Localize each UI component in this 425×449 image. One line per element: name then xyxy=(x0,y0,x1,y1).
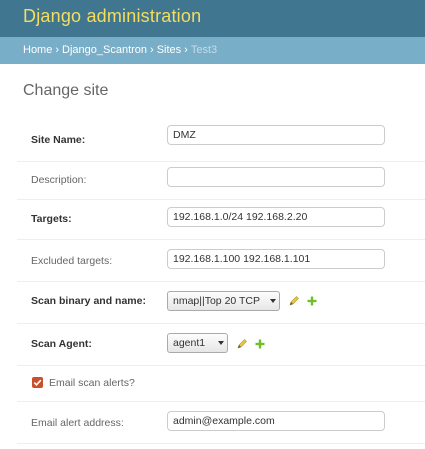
caret-down-icon xyxy=(218,341,224,345)
scan-binary-selected: nmap||Top 20 TCP xyxy=(173,295,260,307)
email-scan-alerts-checkbox[interactable] xyxy=(32,377,43,388)
plus-icon[interactable] xyxy=(255,339,265,349)
breadcrumb-separator: › xyxy=(55,44,60,56)
form-row-site-name: Site Name: DMZ xyxy=(17,119,425,162)
scan-agent-selected: agent1 xyxy=(173,337,206,349)
form-row-email-scan-alerts: Email scan alerts? xyxy=(17,365,425,402)
excluded-targets-input[interactable]: 192.168.1.100 192.168.1.101 xyxy=(167,249,385,269)
form-row-scan-binary: Scan binary and name: nmap||Top 20 TCP xyxy=(17,281,425,324)
form-row-excluded-targets: Excluded targets: 192.168.1.100 192.168.… xyxy=(17,239,425,282)
excluded-targets-label: Excluded targets: xyxy=(31,255,113,267)
breadcrumb-separator: › xyxy=(184,44,188,56)
checkmark-icon xyxy=(33,379,42,386)
targets-label: Targets: xyxy=(31,213,72,225)
pencil-icon[interactable] xyxy=(236,338,248,350)
breadcrumb-home[interactable]: Home xyxy=(23,44,52,56)
email-scan-alerts-label[interactable]: Email scan alerts? xyxy=(49,377,135,389)
site-name-label: Site Name: xyxy=(31,134,86,146)
breadcrumb-model[interactable]: Sites xyxy=(157,44,181,56)
form-row-targets: Targets: 192.168.1.0/24 192.168.2.20 xyxy=(17,199,425,240)
breadcrumb: Home › Django_Scantron › Sites › Test3 xyxy=(0,37,425,64)
scan-agent-select[interactable]: agent1 xyxy=(167,333,228,353)
site-name-input[interactable]: DMZ xyxy=(167,125,385,145)
targets-input[interactable]: 192.168.1.0/24 192.168.2.20 xyxy=(167,207,385,227)
site-branding[interactable]: Django administration xyxy=(23,6,201,27)
form-row-description: Description: xyxy=(17,161,425,200)
scan-agent-label: Scan Agent: xyxy=(31,338,92,350)
header: Django administration xyxy=(0,0,425,37)
description-input[interactable] xyxy=(167,167,385,187)
caret-down-icon xyxy=(270,299,276,303)
scan-binary-select[interactable]: nmap||Top 20 TCP xyxy=(167,291,280,311)
breadcrumb-app[interactable]: Django_Scantron xyxy=(62,44,147,56)
form-row-email-alert-address: Email alert address: admin@example.com xyxy=(17,401,425,444)
description-label: Description: xyxy=(31,174,87,186)
breadcrumb-separator: › xyxy=(150,44,154,56)
email-alert-address-input[interactable]: admin@example.com xyxy=(167,411,385,431)
plus-icon[interactable] xyxy=(307,296,317,306)
breadcrumb-current: Test3 xyxy=(190,44,218,56)
pencil-icon[interactable] xyxy=(288,295,300,307)
form-row-scan-agent: Scan Agent: agent1 xyxy=(17,323,425,366)
email-alert-address-label: Email alert address: xyxy=(31,417,124,429)
scan-binary-label: Scan binary and name: xyxy=(31,295,146,307)
page-title: Change site xyxy=(23,82,109,99)
